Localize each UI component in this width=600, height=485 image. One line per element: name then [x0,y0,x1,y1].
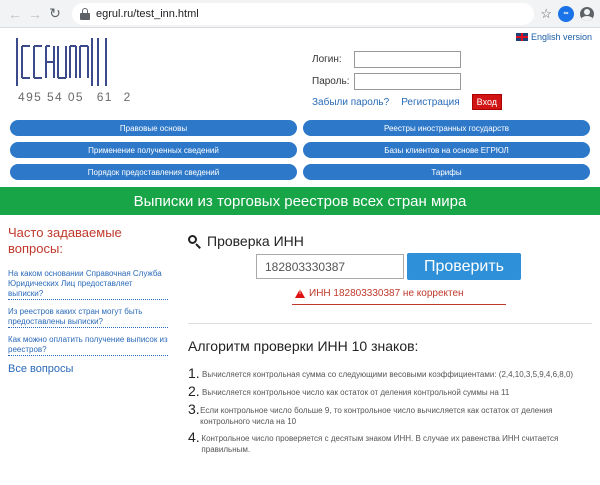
faq-sidebar: Часто задаваемые вопросы: На каком основ… [8,225,168,381]
step-text: Вычисляется контрольное число как остато… [202,388,510,397]
nav-foreign-registries[interactable]: Реестры иностранных государств [303,120,590,136]
forgot-password-link[interactable]: Забыли пароль? [312,97,389,108]
step-text: Контрольное число проверяется с десятым … [201,434,559,454]
faq-item[interactable]: На каком основании Справочная Служба Юри… [8,269,168,300]
nav-legal-basis[interactable]: Правовые основы [10,120,297,136]
password-field[interactable] [354,72,461,90]
algorithm-step: 3. Если контрольное число больше 9, то к… [188,402,592,427]
nav-client-bases[interactable]: Базы клиентов на основе ЕГРЮЛ [303,142,590,158]
search-icon [188,234,201,249]
main-nav: Правовые основы Реестры иностранных госу… [0,114,600,184]
faq-item[interactable]: Из реестров каких стран могут быть предо… [8,307,168,328]
algorithm-step: 2. Вычисляется контрольное число как ост… [188,384,592,399]
phone-part: 61 [96,90,113,104]
login-label: Логин: [312,53,342,65]
site-header: 495 54 05 61 2 English version Логин: Па… [0,28,600,114]
step-number: 1. [188,365,200,381]
step-text: Если контрольное число больше 9, то конт… [200,406,553,426]
language-label: English version [530,32,592,42]
profile-icon[interactable] [580,6,594,21]
faq-item[interactable]: Как можно оплатить получение выписок из … [8,335,168,356]
step-number: 2. [188,383,200,399]
login-button[interactable]: Вход [471,94,503,110]
check-button[interactable]: Проверить [407,253,521,280]
url-text: egrul.ru/test_inn.html [96,7,199,20]
error-text: ИНН 182803330387 не корректен [309,288,464,299]
nav-tariffs[interactable]: Тарифы [303,164,590,180]
inn-check-section: Проверка ИНН 182803330387 Проверить ИНН … [188,233,592,458]
lock-icon [80,7,90,20]
forward-icon[interactable]: → [26,5,44,23]
register-link[interactable]: Регистрация [401,97,459,108]
login-form: Логин: Пароль: Забыли пароль? Регистраци… [312,48,503,110]
uk-flag-icon [515,33,528,41]
all-questions-link[interactable]: Все вопросы [8,364,168,375]
inn-check-title: Проверка ИНН [188,233,592,249]
reload-icon[interactable]: ↻ [46,5,64,23]
inn-check-title-text: Проверка ИНН [207,233,304,249]
browser-toolbar: ← → ↻ egrul.ru/test_inn.html ☆ ∞ [0,0,600,28]
faq-title: Часто задаваемые вопросы: [8,225,122,256]
error-underline [292,304,506,305]
extension-icon[interactable]: ∞ [558,5,574,22]
logo-phone: 495 54 05 61 2 [18,90,132,104]
step-number: 3. [188,401,200,417]
phone-part: 2 [123,90,132,104]
error-message: ИНН 182803330387 не корректен [295,288,592,299]
login-field[interactable] [354,50,461,68]
site-logo[interactable]: 495 54 05 61 2 [14,36,130,108]
star-icon[interactable]: ☆ [540,6,552,22]
algorithm-title: Алгоритм проверки ИНН 10 знаков: [188,338,419,354]
divider [188,323,592,324]
step-text: Вычисляется контрольная сумма со следующ… [202,370,574,379]
logo-barcode-icon [16,38,107,86]
phone-part: 495 54 05 [18,90,84,104]
nav-usage[interactable]: Применение полученных сведений [10,142,297,158]
promo-banner[interactable]: Выписки из торговых реестров всех стран … [0,187,600,215]
inn-input[interactable]: 182803330387 [256,254,404,279]
warning-icon [295,289,305,298]
address-bar[interactable]: egrul.ru/test_inn.html [72,2,535,25]
step-number: 4. [188,429,200,445]
nav-procedure[interactable]: Порядок предоставления сведений [10,164,297,180]
algorithm-step: 1. Вычисляется контрольная сумма со след… [188,366,592,381]
algorithm-step: 4. Контрольное число проверяется с десят… [188,430,592,455]
language-switch[interactable]: English version [515,32,592,42]
page-content: Часто задаваемые вопросы: На каком основ… [0,215,600,485]
back-icon[interactable]: ← [6,5,24,23]
password-label: Пароль: [312,75,350,87]
